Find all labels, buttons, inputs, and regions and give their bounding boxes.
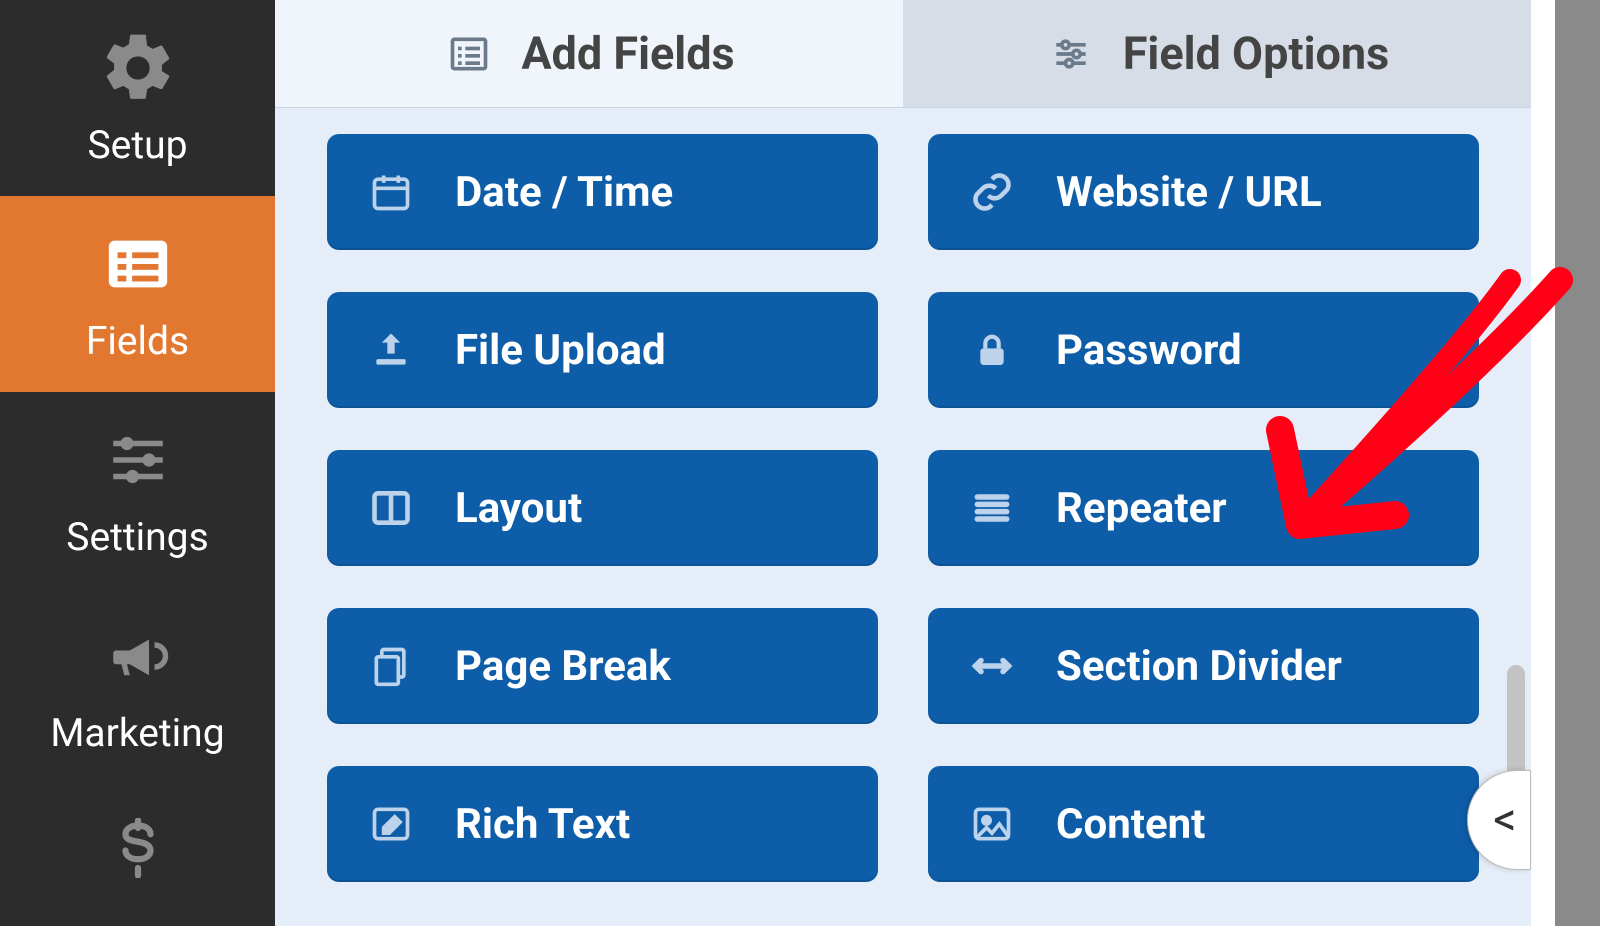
field-rich-text[interactable]: Rich Text: [327, 766, 878, 882]
sidebar-item-payments[interactable]: [0, 784, 275, 904]
list-icon: [968, 484, 1016, 532]
field-label: Section Divider: [1056, 642, 1342, 691]
sidebar: Setup Fields Settings Marketing: [0, 0, 275, 926]
field-label: Layout: [455, 484, 582, 533]
tab-label: Add Fields: [521, 27, 734, 80]
fields-panel: Add Fields Field Options Date / Time: [275, 0, 1531, 926]
field-content[interactable]: Content: [928, 766, 1479, 882]
upload-icon: [367, 326, 415, 374]
field-label: Page Break: [455, 642, 671, 691]
sidebar-item-marketing[interactable]: Marketing: [0, 588, 275, 784]
outer-gutter: [1555, 0, 1600, 926]
form-list-icon: [443, 28, 495, 80]
gear-icon: [93, 32, 183, 104]
main: Add Fields Field Options Date / Time: [275, 0, 1600, 926]
sidebar-item-fields[interactable]: Fields: [0, 196, 275, 392]
field-label: Rich Text: [455, 800, 630, 849]
sidebar-item-label: Marketing: [50, 710, 224, 756]
bullhorn-icon: [93, 620, 183, 692]
field-label: Website / URL: [1056, 168, 1322, 217]
field-repeater[interactable]: Repeater: [928, 450, 1479, 566]
link-icon: [968, 168, 1016, 216]
field-page-break[interactable]: Page Break: [327, 608, 878, 724]
tab-label: Field Options: [1123, 27, 1390, 80]
field-layout[interactable]: Layout: [327, 450, 878, 566]
sliders-icon: [93, 424, 183, 496]
field-date-time[interactable]: Date / Time: [327, 134, 878, 250]
columns-icon: [367, 484, 415, 532]
divider-icon: [968, 642, 1016, 690]
tab-field-options[interactable]: Field Options: [903, 0, 1531, 107]
sidebar-item-label: Setup: [88, 122, 188, 168]
sidebar-item-settings[interactable]: Settings: [0, 392, 275, 588]
image-icon: [968, 800, 1016, 848]
tab-add-fields[interactable]: Add Fields: [275, 0, 903, 107]
field-section-divider[interactable]: Section Divider: [928, 608, 1479, 724]
edit-icon: [367, 800, 415, 848]
lock-icon: [968, 326, 1016, 374]
form-icon: [93, 228, 183, 300]
field-grid: Date / Time Website / URL File Upload: [275, 108, 1531, 926]
sidebar-item-setup[interactable]: Setup: [0, 0, 275, 196]
divider-strip: [1531, 0, 1555, 926]
dollar-icon: [93, 812, 183, 884]
pages-icon: [367, 642, 415, 690]
field-label: Content: [1056, 800, 1205, 849]
field-file-upload[interactable]: File Upload: [327, 292, 878, 408]
panel-tabs: Add Fields Field Options: [275, 0, 1531, 108]
calendar-icon: [367, 168, 415, 216]
field-label: File Upload: [455, 326, 666, 375]
sidebar-item-label: Settings: [66, 514, 208, 560]
field-website-url[interactable]: Website / URL: [928, 134, 1479, 250]
app-root: Setup Fields Settings Marketing: [0, 0, 1600, 926]
field-label: Date / Time: [455, 168, 673, 217]
field-label: Password: [1056, 326, 1242, 375]
field-password[interactable]: Password: [928, 292, 1479, 408]
field-label: Repeater: [1056, 484, 1227, 533]
chevron-left-icon: <: [1493, 793, 1516, 847]
sidebar-item-label: Fields: [86, 318, 189, 364]
sliders-icon: [1045, 28, 1097, 80]
